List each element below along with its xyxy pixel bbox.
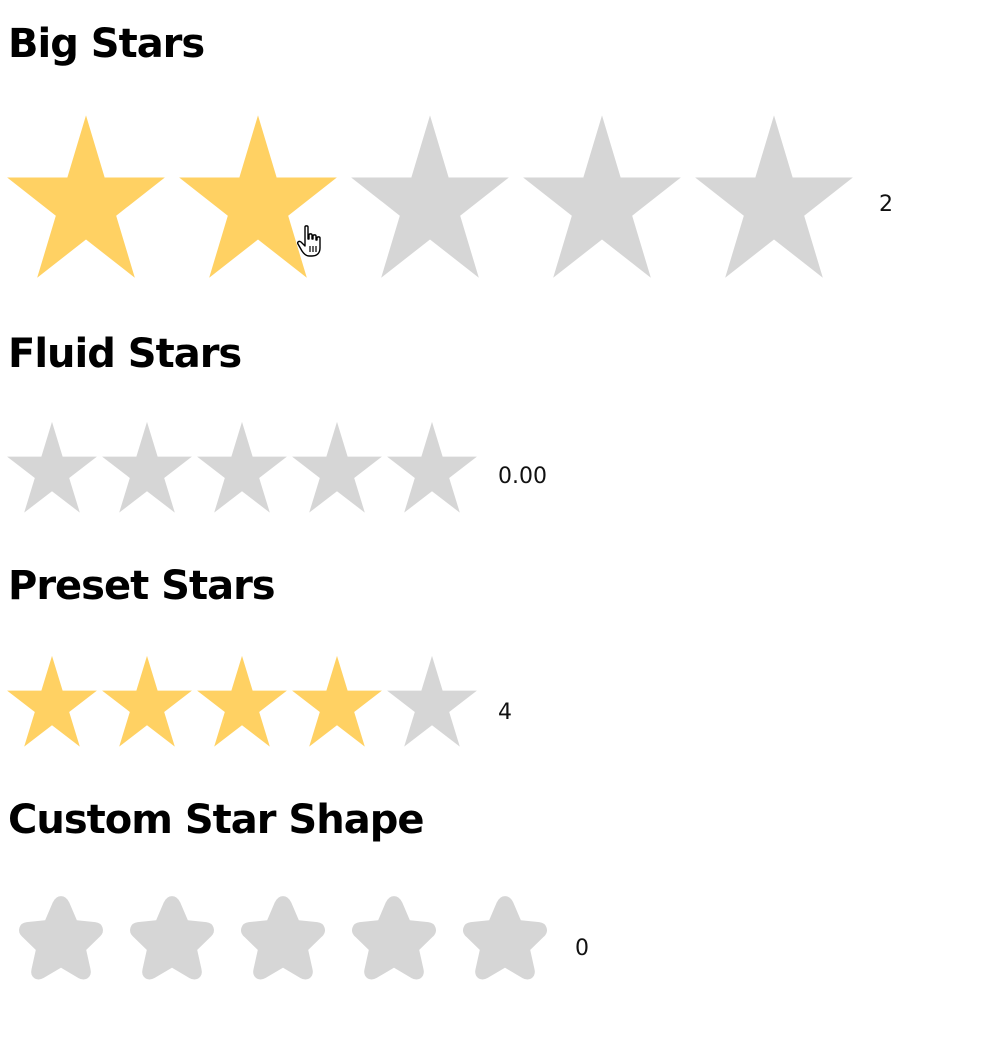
empty-star-icon[interactable] bbox=[455, 892, 555, 996]
fluid-stars-value: 0.00 bbox=[498, 464, 547, 489]
empty-star-icon[interactable] bbox=[7, 420, 97, 515]
empty-star-icon[interactable] bbox=[292, 420, 382, 515]
empty-star-icon[interactable] bbox=[233, 892, 333, 996]
section-title-fluid-stars: Fluid Stars bbox=[8, 331, 242, 377]
section-title-custom-star-shape: Custom Star Shape bbox=[8, 797, 424, 843]
empty-star-icon[interactable] bbox=[122, 892, 222, 996]
filled-star-icon[interactable] bbox=[102, 654, 192, 749]
empty-star-icon[interactable] bbox=[344, 892, 444, 996]
empty-star-icon[interactable] bbox=[102, 420, 192, 515]
big-stars-value: 2 bbox=[879, 192, 893, 217]
section-title-preset-stars: Preset Stars bbox=[8, 563, 276, 609]
empty-star-icon[interactable] bbox=[387, 420, 477, 515]
filled-star-icon[interactable] bbox=[179, 112, 337, 282]
filled-star-icon[interactable] bbox=[7, 112, 165, 282]
empty-star-icon[interactable] bbox=[11, 892, 111, 996]
filled-star-icon[interactable] bbox=[292, 654, 382, 749]
empty-star-icon[interactable] bbox=[523, 112, 681, 282]
filled-star-icon[interactable] bbox=[7, 654, 97, 749]
empty-star-icon[interactable] bbox=[351, 112, 509, 282]
empty-star-icon[interactable] bbox=[695, 112, 853, 282]
filled-star-icon[interactable] bbox=[197, 654, 287, 749]
empty-star-icon[interactable] bbox=[387, 654, 477, 749]
preset-stars-value: 4 bbox=[498, 700, 512, 725]
section-title-big-stars: Big Stars bbox=[8, 21, 205, 67]
star-rating-demo-page: Big Stars 2 Fluid Stars 0.00 Preset Star… bbox=[0, 0, 1000, 1041]
empty-star-icon[interactable] bbox=[197, 420, 287, 515]
custom-star-shape-value: 0 bbox=[575, 936, 589, 961]
